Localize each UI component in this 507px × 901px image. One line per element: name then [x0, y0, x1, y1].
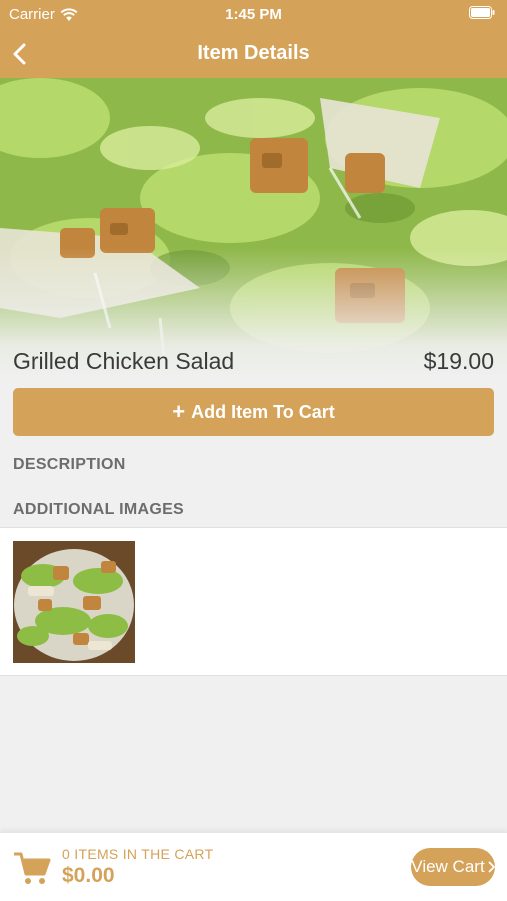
add-to-cart-label: Add Item To Cart: [191, 401, 335, 422]
cart-icon: [14, 852, 51, 884]
item-price: $19.00: [423, 347, 494, 374]
add-to-cart-button[interactable]: + Add Item To Cart: [13, 388, 494, 436]
page-title: Item Details: [197, 42, 310, 64]
view-cart-button[interactable]: View Cart: [411, 848, 495, 886]
cart-summary-bar: 0 ITEMS IN THE CART $0.00 View Cart: [0, 832, 507, 901]
status-bar: Carrier 1:45 PM: [0, 0, 507, 30]
additional-images-heading: ADDITIONAL IMAGES: [13, 501, 185, 518]
battery-icon: [469, 6, 495, 19]
chevron-right-icon: [488, 861, 495, 873]
navigation-bar: Item Details: [0, 30, 507, 78]
item-hero-image: [0, 78, 507, 378]
description-heading: DESCRIPTION: [13, 456, 126, 473]
item-name: Grilled Chicken Salad: [13, 347, 235, 374]
item-header: Grilled Chicken Salad $19.00: [13, 346, 494, 376]
additional-image-thumbnail[interactable]: [13, 541, 135, 663]
plus-icon: +: [172, 399, 186, 424]
status-time: 1:45 PM: [225, 6, 282, 23]
additional-images-panel: [0, 527, 507, 676]
view-cart-label: View Cart: [411, 857, 485, 876]
cart-total: $0.00: [62, 864, 115, 887]
cart-item-count: 0 ITEMS IN THE CART: [62, 846, 214, 862]
